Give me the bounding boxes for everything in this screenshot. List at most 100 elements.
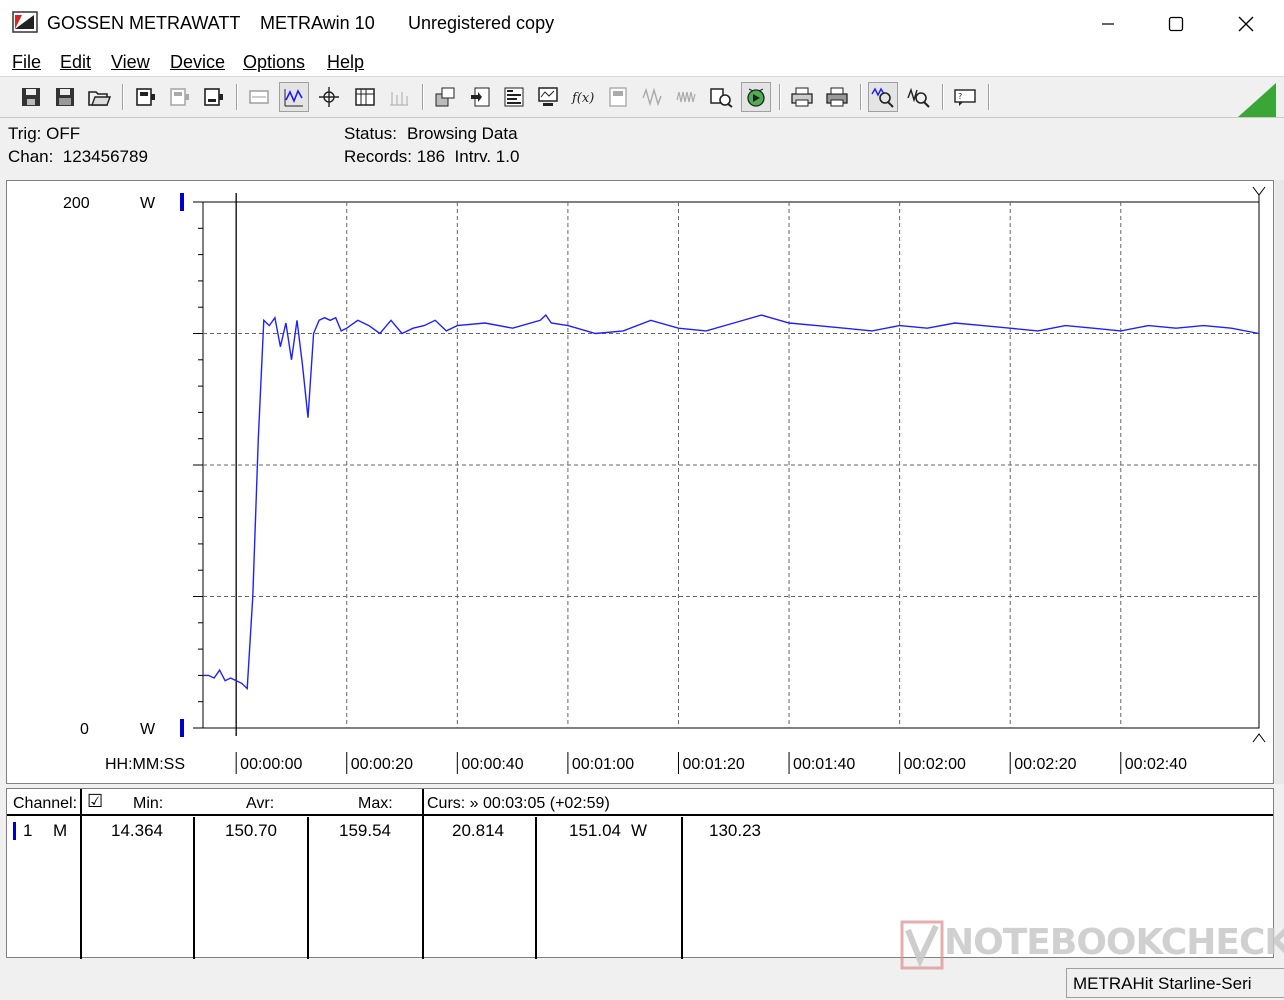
device-settings-button[interactable]: [164, 82, 194, 112]
trigger-status: Trig: OFF: [8, 124, 81, 143]
x-tick-label: 00:02:00: [904, 756, 966, 773]
menu-bar: File Edit View Device Options Help: [0, 47, 1284, 77]
help-icon: ?: [954, 89, 976, 106]
min-header: Min:: [133, 795, 164, 812]
channel-checkbox[interactable]: ☑: [87, 791, 103, 812]
zoom-in-icon: [871, 87, 894, 108]
channel-status: Chan: 123456789: [8, 147, 148, 166]
device-button[interactable]: [130, 82, 160, 112]
title-bar: GOSSEN METRAWATT METRAwin 10 Unregistere…: [0, 0, 1284, 47]
meter-button[interactable]: [603, 82, 633, 112]
open-button[interactable]: [84, 82, 114, 112]
zoom-out-button[interactable]: [904, 82, 934, 112]
maximize-icon: [1168, 16, 1184, 31]
cursor-button[interactable]: [314, 82, 344, 112]
grid-button[interactable]: [384, 82, 414, 112]
x-tick-label: 00:01:00: [572, 756, 634, 773]
function-button[interactable]: ƒ(x): [568, 82, 598, 112]
print-preview-button[interactable]: [787, 82, 817, 112]
close-icon: [1238, 16, 1254, 31]
channel-color-marker: [13, 822, 16, 840]
chart-view-icon: [284, 89, 303, 107]
maximize-button[interactable]: [1146, 0, 1206, 47]
records-info: Records: 186 Intrv. 1.0: [344, 147, 520, 166]
avr-value: 150.70: [225, 821, 277, 840]
y-min-label: 0: [80, 721, 89, 738]
device-icon: [136, 88, 155, 106]
x-tick-label: 00:01:20: [682, 756, 744, 773]
print-button[interactable]: [822, 82, 852, 112]
save-button[interactable]: [16, 82, 46, 112]
zoom-out-icon: [907, 87, 930, 108]
wave2-button[interactable]: [671, 82, 701, 112]
max-value: 159.54: [339, 821, 391, 840]
window-license-title: Unregistered copy: [408, 13, 555, 33]
import-icon: [471, 87, 490, 107]
status-label: Status:: [344, 124, 397, 143]
menu-file[interactable]: File: [12, 52, 41, 73]
zoom-in-button[interactable]: [868, 82, 898, 112]
export-icon: [435, 87, 455, 107]
channel-mode: M: [53, 821, 68, 840]
statistics-button[interactable]: [499, 82, 529, 112]
scroll-down-arrow: [1252, 733, 1266, 743]
scroll-up-arrow: [1252, 186, 1266, 196]
channel-header: Channel:: [13, 795, 78, 812]
cursor-value-2: 151.04: [569, 821, 621, 840]
x-tick-label: 00:01:40: [793, 756, 855, 773]
power-chart[interactable]: 00:00:00 00:00:20 00:00:40 00:01:00 00:01:20…: [7, 181, 1273, 783]
import-button[interactable]: [465, 82, 495, 112]
device-read-button[interactable]: [198, 82, 228, 112]
disabled-wave-icon: [642, 87, 662, 107]
device-settings-icon: [170, 88, 189, 106]
max-header: Max:: [358, 795, 393, 812]
x-axis-label: HH:MM:SS: [105, 756, 185, 773]
x-tick-label: 00:02:20: [1014, 756, 1076, 773]
minimize-button[interactable]: [1078, 0, 1138, 47]
y-max-label: 200: [63, 195, 90, 212]
print-preview-icon: [791, 87, 813, 107]
device-status-panel: METRAHit Starline-Seri: [1066, 968, 1284, 998]
chart-view-button[interactable]: [279, 82, 309, 112]
monitor-button[interactable]: [533, 82, 563, 112]
y-min-marker: [180, 719, 184, 737]
wave-button[interactable]: [637, 82, 667, 112]
minimize-icon: [1102, 22, 1114, 25]
info-bar: Trig: OFF Chan: 123456789 Status: Browsi…: [0, 119, 1284, 175]
svg-text:ƒ(x): ƒ(x): [571, 91, 594, 106]
export-button[interactable]: [430, 82, 460, 112]
window-app-title: METRAwin 10: [260, 13, 375, 33]
monitor-icon: [538, 87, 558, 106]
table-view-button[interactable]: [244, 82, 274, 112]
y-unit-bottom: W: [140, 721, 156, 738]
close-button[interactable]: [1216, 0, 1276, 47]
save-as-button[interactable]: [50, 82, 80, 112]
status-value: Browsing Data: [407, 124, 518, 143]
menu-device[interactable]: Device: [170, 52, 225, 73]
disabled-meter-icon: [609, 87, 627, 107]
menu-view[interactable]: View: [111, 52, 150, 73]
y-max-marker: [180, 193, 184, 211]
menu-help[interactable]: Help: [327, 52, 364, 73]
series-line: [203, 314, 1260, 691]
cursor-header: Curs: » 00:03:05 (+02:59): [427, 795, 610, 812]
trigger-button[interactable]: [741, 82, 771, 112]
cursor-unit: W: [631, 821, 648, 840]
x-tick-label: 00:00:40: [461, 756, 523, 773]
menu-edit[interactable]: Edit: [60, 52, 91, 73]
vertical-scrollbar[interactable]: [1275, 180, 1284, 784]
device-read-icon: [204, 88, 223, 106]
window-vendor-title: GOSSEN METRAWATT: [47, 13, 241, 33]
help-button[interactable]: ?: [950, 82, 980, 112]
trigger-icon: [747, 88, 765, 107]
function-icon: ƒ(x): [571, 91, 594, 106]
menu-options[interactable]: Options: [243, 52, 305, 73]
toolbar: ƒ(x) ?: [0, 78, 1284, 118]
cursor-value-1: 20.814: [452, 821, 504, 840]
min-value: 14.364: [111, 821, 163, 840]
open-icon: [88, 91, 111, 106]
list-view-button[interactable]: [350, 82, 380, 112]
search-device-button[interactable]: [706, 82, 736, 112]
list-view-icon: [355, 88, 375, 106]
chart-panel[interactable]: 00:00:00 00:00:20 00:00:40 00:01:00 00:01:20…: [6, 180, 1274, 784]
